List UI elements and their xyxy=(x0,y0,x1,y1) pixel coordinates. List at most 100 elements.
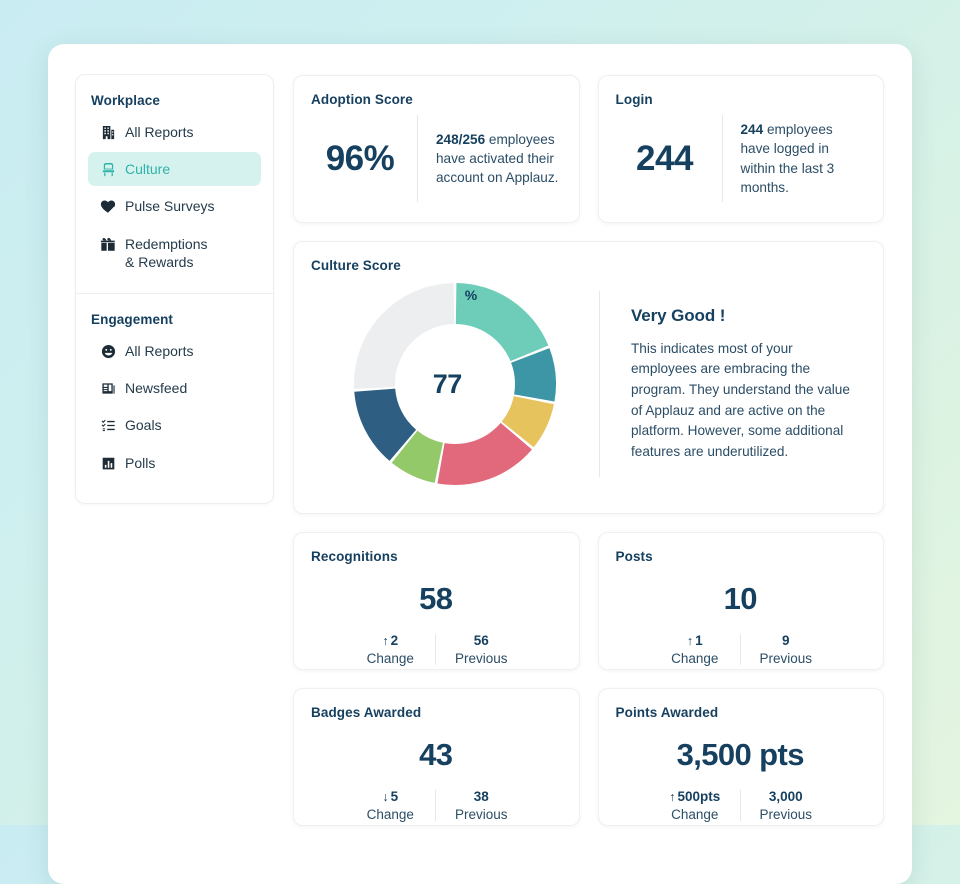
culture-score-number: 77 xyxy=(432,368,463,399)
points-awarded-previous: 3,000 Previous xyxy=(741,789,831,822)
points-awarded-value: 3,500 pts xyxy=(676,737,805,772)
sidebar-item-label-line1: All Reports xyxy=(125,342,194,359)
posts-footer: ↑ 1 Change 9 Previous xyxy=(616,633,866,666)
culture-score-card: Culture Score 77 % Very Good ! This indi… xyxy=(293,241,884,514)
points-awarded-title: Points Awarded xyxy=(615,705,719,720)
sidebar-item-label: Goals xyxy=(125,416,251,434)
login-card: Login 244 244 employees have logged in w… xyxy=(597,75,884,223)
culture-donut-wrap: 77 % xyxy=(311,275,599,493)
recognitions-footer: ↑ 2 Change 56 Previous xyxy=(311,633,561,666)
sidebar-item-polls[interactable]: Polls xyxy=(88,446,261,480)
recognitions-title: Recognitions xyxy=(311,549,398,564)
sidebar-item-culture[interactable]: Culture xyxy=(88,152,261,187)
bar-chart-icon xyxy=(100,455,116,472)
posts-change-label: Change xyxy=(671,651,719,666)
login-title: Login xyxy=(615,92,653,107)
posts-title: Posts xyxy=(615,549,653,564)
posts-change: ↑ 1 Change xyxy=(650,633,740,666)
sidebar-item-label: Culture xyxy=(125,160,251,178)
posts-change-value: ↑ 1 xyxy=(656,633,734,648)
sidebar-item-label-line1: Goals xyxy=(125,417,162,434)
sidebar-group-workplace: Workplace All Reports Culture Pulse Surveys… xyxy=(76,91,273,279)
points-awarded-card: Points Awarded 3,500 pts ↑ 500pts Change 3,00… xyxy=(597,688,884,826)
sidebar-item-redemptions[interactable]: Redemptions & Rewards xyxy=(88,227,261,279)
culture-score-heading: Very Good ! xyxy=(631,305,726,325)
sidebar-item-newsfeed[interactable]: Newsfeed xyxy=(88,371,261,405)
sidebar-item-pulse-surveys[interactable]: Pulse Surveys xyxy=(88,189,261,223)
top-stats-row: Adoption Score 96% 248/256 employees hav… xyxy=(293,75,884,223)
arrow-up-icon: ↑ xyxy=(686,634,694,648)
sidebar-item-label: All Reports xyxy=(125,123,251,141)
badges-awarded-change: ↓ 5 Change xyxy=(345,789,435,822)
culture-donut-chart: 77 % xyxy=(352,281,558,487)
recognitions-previous-value: 56 xyxy=(473,633,489,648)
sidebar-item-all-reports[interactable]: All Reports xyxy=(88,115,261,149)
points-awarded-previous-label: Previous xyxy=(759,807,813,822)
badges-awarded-footer: ↓ 5 Change 38 Previous xyxy=(311,789,561,822)
gift-icon xyxy=(100,236,116,253)
posts-card: Posts 10 ↑ 1 Change 9 Previous xyxy=(597,532,884,670)
recognitions-change-value: ↑ 2 xyxy=(351,633,429,648)
points-awarded-previous-value: 3,000 xyxy=(768,789,803,804)
arrow-up-icon: ↑ xyxy=(382,634,389,648)
adoption-score-card: Adoption Score 96% 248/256 employees hav… xyxy=(293,75,580,223)
posts-previous: 9 Previous xyxy=(741,633,831,666)
sidebar-item-label-line1: Polls xyxy=(125,454,156,471)
login-value: 244 xyxy=(636,138,693,178)
sidebar-group-title: Workplace xyxy=(91,93,160,108)
building-icon xyxy=(100,124,116,141)
posts-previous-label: Previous xyxy=(759,651,813,666)
badges-awarded-title: Badges Awarded xyxy=(311,705,422,720)
metrics-row-1: Recognitions 58 ↑ 2 Change 56 Previous Posts 10 ↑… xyxy=(293,532,884,670)
posts-value: 10 xyxy=(723,581,758,616)
culture-score-text: Very Good ! This indicates most of your … xyxy=(600,306,865,463)
sidebar-item-label: Newsfeed xyxy=(125,379,251,397)
badges-awarded-previous-label: Previous xyxy=(454,807,508,822)
sidebar-group-engagement: Engagement All Reports Newsfeed Goals Polls xyxy=(76,310,273,480)
newspaper-icon xyxy=(100,380,116,397)
badges-awarded-change-label: Change xyxy=(366,807,414,822)
sidebar-item-all-reports[interactable]: All Reports xyxy=(88,334,261,368)
dashboard-body: Workplace All Reports Culture Pulse Surveys… xyxy=(48,44,912,826)
donut-center-label: 77 % xyxy=(352,281,558,487)
sidebar-item-label-line2: & Rewards xyxy=(125,253,194,270)
culture-icon xyxy=(100,161,116,178)
badges-awarded-change-value: ↓ 5 xyxy=(351,789,429,804)
recognitions-previous: 56 Previous xyxy=(436,633,526,666)
sidebar-item-label: Redemptions & Rewards xyxy=(125,235,251,271)
arrow-down-icon: ↓ xyxy=(382,790,389,804)
adoption-score-value: 96% xyxy=(325,138,395,178)
login-body: 244 244 employees have logged in within … xyxy=(616,113,866,204)
sidebar-item-label-line1: All Reports xyxy=(125,124,194,140)
sidebar-item-label-line1: Redemptions xyxy=(125,235,208,252)
points-awarded-change-label: Change xyxy=(671,807,719,822)
culture-score-percent-sign: % xyxy=(464,287,478,303)
smiley-icon xyxy=(100,343,116,360)
login-count: 244 xyxy=(740,121,764,137)
points-awarded-change-value: ↑ 500pts xyxy=(656,789,734,804)
badges-awarded-change-number: 5 xyxy=(390,789,399,804)
login-description: 244 employees have logged in within the … xyxy=(723,120,866,197)
heartbeat-icon xyxy=(100,198,116,215)
adoption-score-body: 96% 248/256 employees have activated the… xyxy=(311,113,561,204)
badges-awarded-card: Badges Awarded 43 ↓ 5 Change 38 Previous xyxy=(293,688,580,826)
sidebar-item-label: Polls xyxy=(125,454,251,472)
sidebar-item-label: All Reports xyxy=(125,342,251,360)
sidebar-item-goals[interactable]: Goals xyxy=(88,408,261,442)
sidebar-item-label-line1: Pulse Surveys xyxy=(125,198,215,215)
adoption-score-title: Adoption Score xyxy=(311,92,413,107)
culture-score-body: 77 % Very Good ! This indicates most of … xyxy=(311,275,865,493)
recognitions-value: 58 xyxy=(419,581,453,616)
sidebar-group-title: Engagement xyxy=(91,311,174,327)
dashboard-window: Workplace All Reports Culture Pulse Surveys… xyxy=(48,44,912,884)
posts-change-number: 1 xyxy=(695,633,703,648)
sidebar: Workplace All Reports Culture Pulse Surveys… xyxy=(75,74,274,504)
recognitions-change: ↑ 2 Change xyxy=(345,633,435,666)
culture-score-description: This indicates most of your employees ar… xyxy=(631,340,850,459)
arrow-up-icon: ↑ xyxy=(669,790,676,804)
sidebar-item-label-line1: Culture xyxy=(125,161,171,178)
recognitions-change-number: 2 xyxy=(390,633,399,648)
points-awarded-footer: ↑ 500pts Change 3,000 Previous xyxy=(616,789,866,822)
culture-score-title: Culture Score xyxy=(311,258,401,273)
points-awarded-change: ↑ 500pts Change xyxy=(650,789,740,822)
